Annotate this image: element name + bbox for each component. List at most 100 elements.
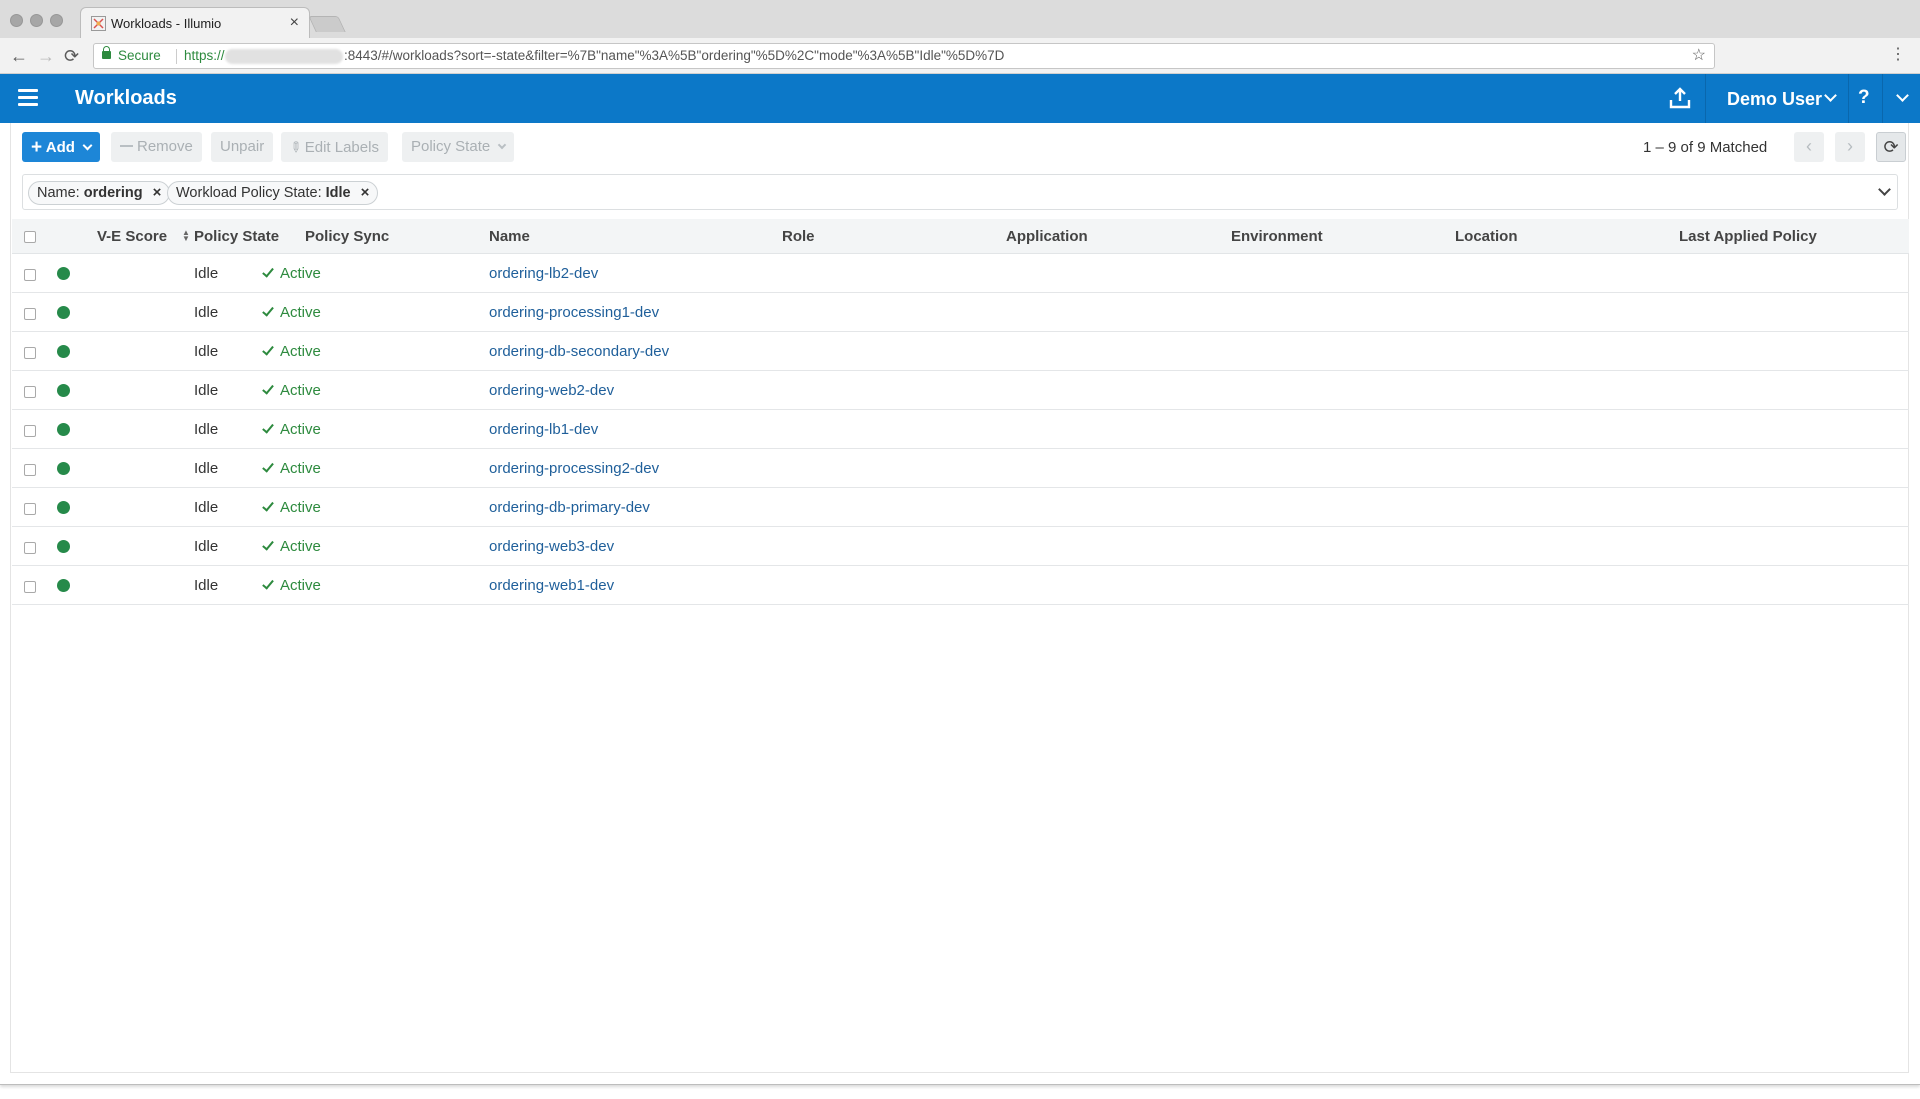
browser-window: Workloads - Illumio × ← → ⟳ Secure https… [0,0,1920,1085]
table-row[interactable]: Idle Active ordering-db-primary-dev [12,488,1909,527]
checkmark-icon [262,421,274,434]
bookmark-star-icon[interactable]: ☆ [1692,44,1706,68]
more-chevron-down-icon[interactable] [1896,89,1909,102]
checkmark-icon [262,304,274,317]
policy-sync-text: Active [280,460,321,477]
column-environment[interactable]: Environment [1231,228,1323,245]
status-online-icon [57,384,70,397]
policy-sync-text: Active [280,265,321,282]
row-checkbox[interactable] [24,581,36,593]
column-policy-state[interactable]: Policy State [194,228,279,245]
status-online-icon [57,462,70,475]
edit-labels-button[interactable]: ✎Edit Labels [281,132,388,162]
address-bar[interactable]: Secure https:// :8443/#/workloads?sort=-… [93,43,1715,69]
filter-chevron-down-icon[interactable] [1878,183,1891,196]
close-window-button[interactable] [10,14,23,27]
policy-state-cell: Idle [194,538,219,555]
column-ve-score[interactable]: V-E Score [97,228,167,245]
table-row[interactable]: Idle Active ordering-lb2-dev [12,254,1909,293]
row-checkbox[interactable] [24,425,36,437]
table-row[interactable]: Idle Active ordering-processing2-dev [12,449,1909,488]
workload-name-link[interactable]: ordering-db-secondary-dev [489,343,669,360]
minimize-window-button[interactable] [30,14,43,27]
column-last-applied-policy[interactable]: Last Applied Policy [1679,228,1817,245]
policy-sync-text: Active [280,343,321,360]
unpair-button[interactable]: Unpair [211,132,274,162]
table-row[interactable]: Idle Active ordering-web3-dev [12,527,1909,566]
forward-arrow-icon[interactable]: → [37,46,55,66]
refresh-icon[interactable]: ⟳ [1876,132,1906,162]
illumio-favicon-icon [91,16,106,31]
column-application[interactable]: Application [1006,228,1088,245]
policy-state-cell: Idle [194,460,219,477]
policy-sync-cell: Active [262,460,321,477]
reload-icon[interactable]: ⟳ [64,46,79,66]
tab-close-icon[interactable]: × [290,14,299,32]
row-checkbox[interactable] [24,542,36,554]
workload-name-link[interactable]: ordering-processing2-dev [489,460,659,477]
filter-chip-value: Idle [325,185,351,201]
workload-name-link[interactable]: ordering-lb1-dev [489,421,598,438]
remove-filter-icon[interactable]: × [361,184,370,201]
workload-name-link[interactable]: ordering-processing1-dev [489,304,659,321]
help-button[interactable]: ? [1858,87,1870,109]
table-row[interactable]: Idle Active ordering-web2-dev [12,371,1909,410]
workload-name-link[interactable]: ordering-web3-dev [489,538,614,555]
column-name[interactable]: Name [489,228,530,245]
maximize-window-button[interactable] [50,14,63,27]
policy-state-button[interactable]: Policy State [402,132,515,162]
row-checkbox[interactable] [24,269,36,281]
column-role[interactable]: Role [782,228,815,245]
select-all-checkbox[interactable] [24,231,36,243]
browser-tab[interactable]: Workloads - Illumio × [80,7,310,38]
filter-chip-policy-state[interactable]: Workload Policy State: Idle × [167,181,379,205]
policy-sync-cell: Active [262,304,321,321]
workload-name-link[interactable]: ordering-db-primary-dev [489,499,650,516]
filter-chip-name[interactable]: Name: ordering × [28,181,171,205]
checkmark-icon [262,499,274,512]
add-chevron-down-icon [82,140,93,151]
new-tab-button[interactable] [308,16,346,32]
user-menu-button[interactable]: Demo User [1727,89,1822,110]
plus-icon: + [31,137,43,158]
upload-icon[interactable] [1668,86,1692,110]
url-path: :8443/#/workloads?sort=-state&filter=%7B… [344,48,1005,63]
row-checkbox[interactable] [24,347,36,359]
remove-filter-icon[interactable]: × [153,184,162,201]
unpair-button-label: Unpair [220,138,265,155]
row-checkbox[interactable] [24,503,36,515]
policy-sync-text: Active [280,421,321,438]
previous-page-icon[interactable]: ‹ [1794,132,1824,162]
header-divider [1882,74,1883,123]
sort-arrows-icon[interactable]: ▲ ▼ [182,229,190,243]
status-online-icon [57,345,70,358]
row-checkbox[interactable] [24,308,36,320]
workload-name-link[interactable]: ordering-web1-dev [489,577,614,594]
back-arrow-icon[interactable]: ← [10,46,28,66]
row-checkbox[interactable] [24,464,36,476]
policy-sync-text: Active [280,538,321,555]
workload-name-link[interactable]: ordering-lb2-dev [489,265,598,282]
checkmark-icon [262,343,274,356]
status-online-icon [57,423,70,436]
remove-button[interactable]: Remove [111,132,202,162]
table-row[interactable]: Idle Active ordering-web1-dev [12,566,1909,605]
table-row[interactable]: Idle Active ordering-lb1-dev [12,410,1909,449]
filter-bar[interactable]: Name: ordering × Workload Policy State: … [22,174,1898,210]
browser-menu-icon[interactable]: ⋮ [1890,46,1906,64]
policy-state-button-label: Policy State [411,138,491,155]
add-button-label: Add [45,139,75,156]
table-row[interactable]: Idle Active ordering-db-secondary-dev [12,332,1909,371]
hamburger-menu-icon[interactable] [18,89,38,107]
add-button[interactable]: + Add [22,132,101,162]
row-checkbox[interactable] [24,386,36,398]
workload-name-link[interactable]: ordering-web2-dev [489,382,614,399]
policy-sync-cell: Active [262,265,321,282]
column-policy-sync[interactable]: Policy Sync [305,228,389,245]
user-chevron-down-icon[interactable] [1824,89,1837,102]
next-page-icon[interactable]: › [1835,132,1865,162]
column-location[interactable]: Location [1455,228,1518,245]
table-row[interactable]: Idle Active ordering-processing1-dev [12,293,1909,332]
policy-sync-cell: Active [262,382,321,399]
policy-state-cell: Idle [194,577,219,594]
